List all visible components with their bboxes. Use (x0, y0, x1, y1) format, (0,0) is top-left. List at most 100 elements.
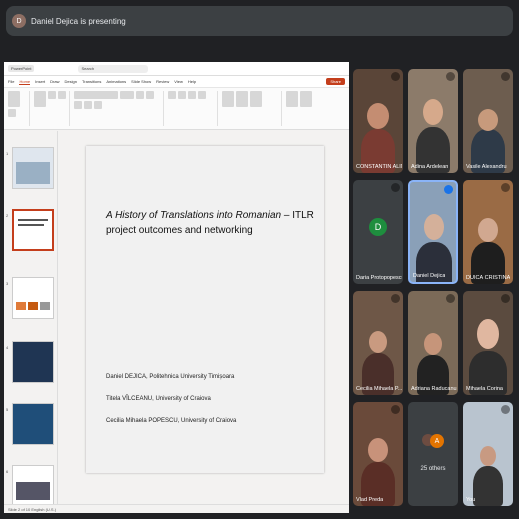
thumbnail-slide-6[interactable] (12, 465, 54, 507)
mic-off-icon (391, 405, 400, 414)
participant-grid: CONSTANTIN ALINA Adina Ardelean Vasile A… (353, 67, 517, 511)
menu-file[interactable]: File (8, 79, 14, 84)
mic-off-icon (501, 183, 510, 192)
speaking-icon (444, 185, 453, 194)
menu-design[interactable]: Design (64, 79, 76, 84)
share-button[interactable]: Share (326, 78, 345, 85)
strike-icon[interactable] (84, 101, 92, 109)
mic-off-icon (391, 72, 400, 81)
participant-name: Cecilia Mihaela P... (356, 386, 402, 392)
numbering-icon[interactable] (178, 91, 186, 99)
slide-title: A History of Translations into Romanian … (106, 210, 314, 236)
presenting-label: Daniel Dejica is presenting (31, 16, 126, 26)
font-size-select[interactable] (120, 91, 134, 99)
participant-name: Adina Ardelean (411, 164, 449, 170)
align-left-icon[interactable] (188, 91, 196, 99)
paste-icon[interactable] (8, 91, 20, 107)
italic-icon[interactable] (146, 91, 154, 99)
author-line-2: Titela VÎLCEANU, University of Craiova (106, 396, 211, 402)
dictate-icon[interactable] (286, 91, 298, 107)
presenter-avatar: D (12, 14, 26, 28)
author-line-1: Daniel DEJICA, Politehnica University Ti… (106, 374, 235, 380)
mic-off-icon (501, 72, 510, 81)
font-color-icon[interactable] (94, 101, 102, 109)
menu-animations[interactable]: Animations (106, 79, 126, 84)
font-select[interactable] (74, 91, 118, 99)
participant-tile[interactable]: Mihaela Corina (463, 291, 513, 395)
participant-tile[interactable]: Vasile Alexandru (463, 69, 513, 173)
participant-tile[interactable]: Vlad Preda (353, 402, 403, 506)
shapes-icon[interactable] (222, 91, 234, 107)
mic-off-icon (391, 183, 400, 192)
participant-name: Daria Protopopescu (356, 275, 402, 281)
designer-icon[interactable] (300, 91, 312, 107)
mic-off-icon (446, 294, 455, 303)
participant-tile[interactable]: DUICĂ CRISTINA (463, 180, 513, 284)
menu-slideshow[interactable]: Slide Show (131, 79, 151, 84)
menu-transitions[interactable]: Transitions (82, 79, 101, 84)
ppt-menu-bar: File Home Insert Draw Design Transitions… (4, 76, 349, 88)
mic-off-icon (501, 294, 510, 303)
participant-name: Adriana Raducanu (411, 386, 457, 392)
participant-tile[interactable]: Cecilia Mihaela P... (353, 291, 403, 395)
ppt-tab[interactable]: PowerPoint (8, 65, 35, 72)
layout-icon[interactable] (48, 91, 56, 99)
ribbon-slides (34, 91, 70, 126)
participant-tile[interactable]: CONSTANTIN ALINA (353, 69, 403, 173)
author-line-3: Cecilia Mihaela POPESCU, University of C… (106, 418, 237, 424)
participant-name: You (466, 497, 476, 503)
menu-insert[interactable]: Insert (35, 79, 45, 84)
ribbon-drawing (222, 91, 282, 126)
ribbon-paragraph (168, 91, 218, 126)
arrange-icon[interactable] (236, 91, 248, 107)
presenting-banner: D Daniel Dejica is presenting (6, 6, 513, 36)
bullets-icon[interactable] (168, 91, 176, 99)
ppt-search-input[interactable]: Search (78, 64, 149, 73)
mic-off-icon (446, 72, 455, 81)
participant-name: CONSTANTIN ALINA (356, 164, 402, 170)
underline-icon[interactable] (74, 101, 82, 109)
ppt-titlebar: PowerPoint Search (4, 62, 349, 76)
participant-name: Vasile Alexandru (466, 164, 507, 170)
ribbon-editing (286, 91, 326, 126)
ribbon-clipboard (8, 91, 30, 126)
participant-tile[interactable]: D Daria Protopopescu (353, 180, 403, 284)
align-center-icon[interactable] (198, 91, 206, 99)
menu-home[interactable]: Home (19, 79, 31, 85)
self-tile[interactable]: You (463, 402, 513, 506)
participant-tile[interactable]: Adriana Raducanu (408, 291, 458, 395)
shared-screen: PowerPoint Search File Home Insert Draw … (4, 62, 349, 513)
slide-thumbnails: 1 2 3 4 5 6 (4, 131, 58, 513)
others-avatar-letter: A (430, 434, 444, 448)
menu-view[interactable]: View (174, 79, 183, 84)
menu-review[interactable]: Review (156, 79, 169, 84)
thumbnail-slide-5[interactable] (12, 403, 54, 445)
menu-help[interactable]: Help (188, 79, 196, 84)
current-slide[interactable]: A History of Translations into Romanian … (86, 146, 324, 473)
thumbnail-slide-3[interactable] (12, 277, 54, 319)
participant-avatar: D (369, 218, 387, 236)
others-avatars: A (422, 432, 446, 452)
thumbnail-slide-1[interactable] (12, 147, 54, 189)
others-count: 25 others (420, 466, 446, 472)
menu-draw[interactable]: Draw (50, 79, 59, 84)
new-slide-icon[interactable] (34, 91, 46, 107)
mic-off-icon (391, 294, 400, 303)
ribbon-font (74, 91, 164, 126)
participant-tile[interactable]: Adina Ardelean (408, 69, 458, 173)
ppt-ribbon (4, 88, 349, 130)
participant-name: Vlad Preda (356, 497, 384, 503)
others-tile[interactable]: A 25 others (408, 402, 458, 506)
participant-tile-active[interactable]: Daniel Dejica (408, 180, 458, 284)
thumbnail-slide-2[interactable] (12, 209, 54, 251)
quick-styles-icon[interactable] (250, 91, 262, 107)
participant-name: Daniel Dejica (413, 273, 446, 279)
reset-icon[interactable] (58, 91, 66, 99)
mic-off-icon (501, 405, 510, 414)
thumbnail-slide-4[interactable] (12, 341, 54, 383)
participant-name: DUICĂ CRISTINA (466, 275, 511, 281)
ppt-status-bar: Slide 2 of 10 English (U.S.) (4, 504, 349, 513)
participant-name: Mihaela Corina (466, 386, 503, 392)
bold-icon[interactable] (136, 91, 144, 99)
cut-icon[interactable] (8, 109, 16, 117)
